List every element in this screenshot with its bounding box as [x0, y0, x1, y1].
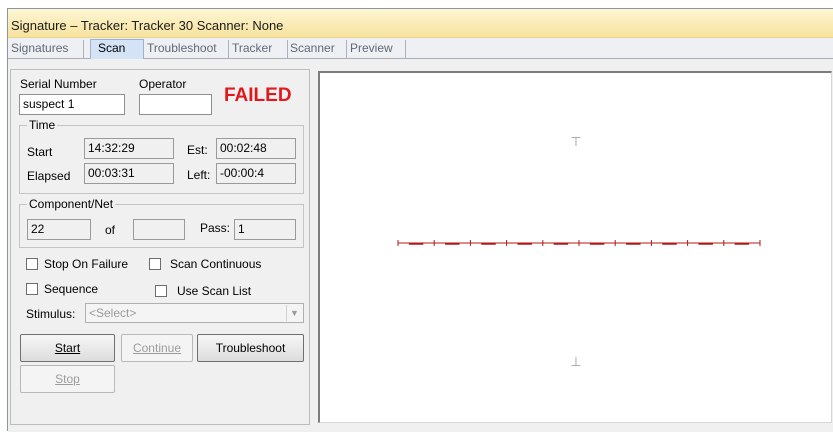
tab-tracker[interactable]: Tracker	[230, 40, 288, 58]
scan-continuous-label: Scan Continuous	[170, 257, 262, 271]
tab-signatures[interactable]: Signatures	[9, 40, 84, 58]
troubleshoot-button-label: Troubleshoot	[215, 341, 286, 355]
title-bar: Signature – Tracker: Tracker 30 Scanner:…	[8, 9, 833, 38]
application-window: Signature – Tracker: Tracker 30 Scanner:…	[7, 8, 833, 432]
left-time-label: Left:	[187, 168, 211, 182]
stimulus-label: Stimulus:	[26, 307, 76, 321]
stimulus-selected-value: <Select>	[89, 306, 137, 320]
use-scan-list-label: Use Scan List	[177, 284, 252, 298]
pass-value: 1	[234, 219, 296, 240]
start-time-value: 14:32:29	[84, 138, 174, 159]
operator-label: Operator	[139, 77, 187, 91]
component-net-group-label: Component/Net	[27, 197, 116, 211]
signature-plot-svg: ⊤ ⊥	[397, 135, 761, 370]
component-total-value	[133, 219, 185, 240]
est-time-value: 00:02:48	[216, 138, 296, 159]
start-button[interactable]: Start	[20, 334, 115, 362]
stop-on-failure-checkbox[interactable]: Stop On Failure	[26, 257, 128, 271]
stop-on-failure-label: Stop On Failure	[44, 257, 129, 271]
stop-button[interactable]: Stop	[20, 365, 115, 393]
tab-troubleshoot[interactable]: Troubleshoot	[145, 40, 229, 58]
continue-button[interactable]: Continue	[121, 334, 193, 362]
continue-button-label: Continue	[132, 341, 182, 355]
stop-button-label: Stop	[55, 372, 80, 386]
component-current-value: 22	[27, 219, 91, 240]
left-time-value: -00:00:4	[216, 163, 296, 184]
serial-number-input[interactable]: suspect 1	[19, 94, 125, 115]
tab-scanner[interactable]: Scanner	[288, 40, 347, 58]
elapsed-time-label: Elapsed	[27, 169, 71, 183]
window-title: Signature – Tracker: Tracker 30 Scanner:…	[11, 18, 284, 33]
tab-strip: Signatures Scan Troubleshoot Tracker Sca…	[8, 38, 833, 59]
stimulus-select[interactable]: <Select> ▼	[85, 303, 304, 323]
operator-input[interactable]	[139, 94, 212, 115]
est-time-label: Est:	[187, 143, 208, 157]
serial-number-label: Serial Number	[20, 77, 97, 91]
use-scan-list-box[interactable]	[155, 285, 167, 297]
elapsed-time-value: 00:03:31	[84, 163, 174, 184]
top-axis-marker: ⊤	[570, 135, 581, 150]
tab-preview[interactable]: Preview	[348, 40, 406, 58]
scan-status-failed: FAILED	[224, 85, 292, 106]
start-button-label: Start	[54, 341, 81, 355]
signature-trace	[397, 240, 761, 246]
pass-label: Pass:	[200, 221, 231, 235]
scan-panel: Serial Number Operator suspect 1 FAILED …	[8, 59, 833, 432]
sequence-checkbox[interactable]: Sequence	[26, 282, 98, 296]
troubleshoot-button[interactable]: Troubleshoot	[197, 334, 304, 362]
start-time-label: Start	[27, 145, 53, 159]
time-group-label: Time	[27, 118, 58, 132]
scan-continuous-box[interactable]	[149, 258, 161, 270]
tab-scan[interactable]: Scan	[90, 39, 144, 59]
use-scan-list-checkbox[interactable]: Use Scan List	[155, 284, 251, 298]
signature-plot-area[interactable]: ⊤ ⊥	[318, 71, 832, 423]
sequence-label: Sequence	[44, 282, 99, 296]
scan-continuous-checkbox[interactable]: Scan Continuous	[149, 257, 261, 271]
bottom-axis-marker: ⊥	[570, 355, 581, 370]
sequence-box[interactable]	[26, 283, 38, 295]
component-of-label: of	[105, 223, 116, 237]
chevron-down-icon[interactable]: ▼	[286, 305, 302, 321]
stop-on-failure-box[interactable]	[26, 258, 38, 270]
